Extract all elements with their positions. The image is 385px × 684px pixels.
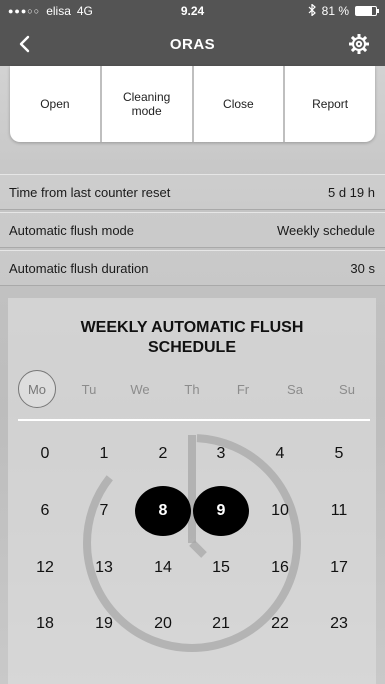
hour-18[interactable]: 18 <box>20 599 70 649</box>
back-button[interactable] <box>10 30 38 58</box>
info-label: Automatic flush duration <box>9 260 149 276</box>
hour-5[interactable]: 5 <box>314 429 364 479</box>
info-value: Weekly schedule <box>276 222 375 238</box>
hour-8[interactable]: 8 <box>135 486 191 536</box>
hour-11[interactable]: 11 <box>314 486 364 536</box>
hour-4[interactable]: 4 <box>255 429 305 479</box>
hour-22[interactable]: 22 <box>255 599 305 649</box>
hour-13[interactable]: 13 <box>79 543 129 593</box>
clock: 9.24 <box>180 4 205 18</box>
info-label: Time from last counter reset <box>9 184 171 200</box>
info-row-flush-duration[interactable]: Automatic flush duration 30 s <box>0 250 385 286</box>
weekly-schedule-panel: WEEKLY AUTOMATIC FLUSH SCHEDULE Mo Tu We Th… <box>8 298 376 684</box>
hour-0[interactable]: 0 <box>20 429 70 479</box>
status-bar: ●●●○○ elisa 4G 9.24 81 % <box>0 0 385 22</box>
hour-7[interactable]: 7 <box>79 486 129 536</box>
open-button[interactable]: Open <box>10 66 102 142</box>
info-label: Automatic flush mode <box>9 222 135 238</box>
chevron-left-icon <box>19 35 30 53</box>
hour-9[interactable]: 9 <box>193 486 249 536</box>
hour-6[interactable]: 6 <box>20 486 70 536</box>
hour-19[interactable]: 19 <box>79 599 129 649</box>
nav-bar: ORAS <box>0 22 385 66</box>
network-type: 4G <box>76 4 93 18</box>
status-bar-left: ●●●○○ elisa 4G <box>8 4 148 18</box>
battery-percentage: 81 % <box>321 4 349 18</box>
info-row-flush-mode[interactable]: Automatic flush mode Weekly schedule <box>0 212 385 248</box>
hour-10[interactable]: 10 <box>255 486 305 536</box>
hour-12[interactable]: 12 <box>20 543 70 593</box>
gear-icon <box>349 34 369 54</box>
carrier-name: elisa <box>46 4 71 18</box>
action-bar: Open Cleaning mode Close Report <box>10 66 375 142</box>
signal-strength: ●●●○○ <box>8 6 41 16</box>
battery-level <box>356 7 373 15</box>
hour-14[interactable]: 14 <box>138 543 188 593</box>
info-value: 30 s <box>350 260 375 276</box>
info-row-counter-reset: Time from last counter reset 5 d 19 h <box>0 174 385 210</box>
bluetooth-icon <box>308 2 316 19</box>
hour-21[interactable]: 21 <box>196 599 246 649</box>
battery-icon <box>355 6 379 16</box>
hour-2[interactable]: 2 <box>138 429 188 479</box>
hour-17[interactable]: 17 <box>314 543 364 593</box>
page-title: ORAS <box>169 35 216 53</box>
cleaning-mode-button[interactable]: Cleaning mode <box>102 66 194 142</box>
settings-button[interactable] <box>345 30 373 58</box>
hour-20[interactable]: 20 <box>138 599 188 649</box>
hour-16[interactable]: 16 <box>255 543 305 593</box>
hour-23[interactable]: 23 <box>314 599 364 649</box>
report-button[interactable]: Report <box>285 66 375 142</box>
hour-3[interactable]: 3 <box>196 429 246 479</box>
hour-15[interactable]: 15 <box>196 543 246 593</box>
info-value: 5 d 19 h <box>328 184 375 200</box>
hour-1[interactable]: 1 <box>79 429 129 479</box>
close-button[interactable]: Close <box>194 66 286 142</box>
status-bar-right: 81 % <box>237 2 379 19</box>
